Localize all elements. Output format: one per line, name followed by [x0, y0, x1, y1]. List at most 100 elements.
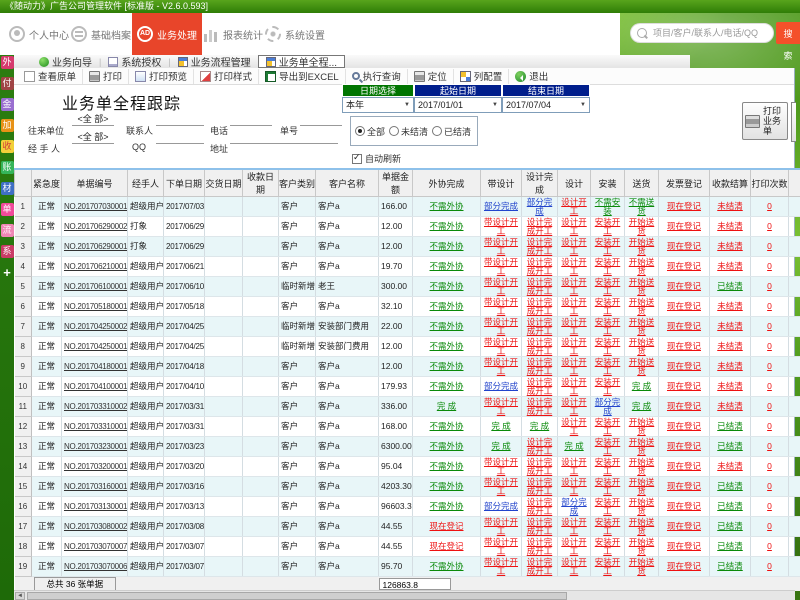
status-link[interactable]: 设计完成开工: [527, 357, 553, 376]
print-count-link[interactable]: 0: [767, 221, 772, 231]
order-no-link[interactable]: NO.201704180001: [64, 362, 127, 371]
order-no-link[interactable]: NO.201703130001: [64, 502, 127, 511]
toolbar-button-打印样式[interactable]: 打印样式: [193, 69, 258, 84]
status-link[interactable]: 设计开工: [561, 477, 587, 496]
auto-refresh-toggle[interactable]: 自动刷新: [352, 152, 401, 165]
status-link[interactable]: 现在登记: [667, 201, 701, 211]
status-link[interactable]: 部分完成: [527, 197, 553, 216]
col-header-单据金额[interactable]: 单据金额: [379, 169, 413, 197]
status-link[interactable]: 安装开工: [595, 477, 621, 496]
col-header-客户类别[interactable]: 客户类别: [279, 169, 316, 197]
print-count-link[interactable]: 0: [767, 421, 772, 431]
status-link[interactable]: 设计开工: [561, 357, 587, 376]
status-link[interactable]: 带设计开工: [484, 397, 518, 416]
status-link[interactable]: 安装开工: [595, 557, 621, 576]
status-link[interactable]: 不需外协: [429, 281, 463, 291]
status-link[interactable]: 开始送货: [629, 257, 655, 276]
status-link[interactable]: 已结清: [717, 481, 743, 491]
side-rail-item-材[interactable]: 材: [1, 182, 14, 195]
horizontal-scrollbar[interactable]: ◄: [14, 590, 795, 600]
status-link[interactable]: 开始送货: [629, 317, 655, 336]
contact-field[interactable]: [156, 113, 204, 126]
status-link[interactable]: 设计完成开工: [527, 337, 553, 356]
status-link[interactable]: 已结清: [717, 421, 743, 431]
col-header-设计[interactable]: 设计: [558, 169, 591, 197]
status-link[interactable]: 不需外协: [429, 501, 463, 511]
col-header-打印次数[interactable]: 打印次数: [751, 169, 789, 197]
col-header-blank[interactable]: [789, 169, 800, 197]
print-order-button[interactable]: 打印业务单: [742, 102, 788, 140]
status-link[interactable]: 开始送货: [629, 457, 655, 476]
order-no-link[interactable]: NO.201703310002: [64, 402, 127, 411]
address-field[interactable]: [230, 131, 338, 144]
status-link[interactable]: 安装开工: [595, 277, 621, 296]
status-link[interactable]: 未结清: [717, 461, 743, 471]
status-link[interactable]: 带设计开工: [484, 317, 518, 336]
status-link[interactable]: 现在登记: [667, 481, 701, 491]
toolbar-button-导出到EXCEL[interactable]: 导出到EXCEL: [258, 69, 345, 84]
status-link[interactable]: 带设计开工: [484, 217, 518, 236]
radio-未结清[interactable]: 未结清: [389, 125, 428, 138]
status-link[interactable]: 设计开工: [561, 557, 587, 576]
order-no-link[interactable]: NO.201703080002: [64, 522, 127, 531]
status-link[interactable]: 未结清: [717, 361, 743, 371]
scroll-left-icon[interactable]: ◄: [15, 592, 25, 600]
status-link[interactable]: 已结清: [717, 441, 743, 451]
nav-item-个人中心[interactable]: 个人中心: [8, 13, 70, 55]
order-no-link[interactable]: NO.201706100001: [64, 282, 127, 291]
status-link[interactable]: 不需送货: [629, 197, 655, 216]
order-no-link[interactable]: NO.201703310001: [64, 422, 127, 431]
status-link[interactable]: 不需外协: [429, 301, 463, 311]
status-link[interactable]: 已结清: [717, 501, 743, 511]
status-link[interactable]: 设计开工: [561, 237, 587, 256]
status-link[interactable]: 设计完成开工: [527, 377, 553, 396]
status-link[interactable]: 完 成: [437, 401, 456, 411]
status-link[interactable]: 未结清: [717, 241, 743, 251]
status-link[interactable]: 现在登记: [667, 221, 701, 231]
tab-业务流程管理[interactable]: 业务流程管理: [171, 55, 258, 68]
col-header-下单日期[interactable]: 下单日期: [164, 169, 205, 197]
print-count-link[interactable]: 0: [767, 521, 772, 531]
toolbar-button-列配置[interactable]: 列配置: [453, 69, 509, 84]
col-header-交货日期[interactable]: 交货日期: [205, 169, 243, 197]
status-link[interactable]: 带设计开工: [484, 557, 518, 576]
print-count-link[interactable]: 0: [767, 441, 772, 451]
status-link[interactable]: 开始送货: [629, 277, 655, 296]
print-count-link[interactable]: 0: [767, 281, 772, 291]
status-link[interactable]: 未结清: [717, 221, 743, 231]
status-link[interactable]: 设计开工: [561, 317, 587, 336]
order-no-field[interactable]: [300, 113, 342, 126]
status-link[interactable]: 不需外协: [429, 561, 463, 571]
col-header-带设计[interactable]: 带设计: [481, 169, 522, 197]
status-link[interactable]: 开始送货: [629, 477, 655, 496]
status-link[interactable]: 现在登记: [667, 561, 701, 571]
status-link[interactable]: 现在登记: [667, 321, 701, 331]
nav-item-业务处理[interactable]: AD业务处理: [132, 13, 202, 55]
side-rail-item-账[interactable]: 账: [1, 161, 14, 174]
status-link[interactable]: 安装开工: [595, 457, 621, 476]
status-link[interactable]: 设计开工: [561, 377, 587, 396]
status-link[interactable]: 现在登记: [667, 421, 701, 431]
radio-已结清[interactable]: 已结清: [432, 125, 471, 138]
print-count-link[interactable]: 0: [767, 321, 772, 331]
col-header-客户名称[interactable]: 客户名称: [316, 169, 379, 197]
status-link[interactable]: 设计开工: [561, 217, 587, 236]
status-link[interactable]: 安装开工: [595, 517, 621, 536]
toolbar-button-定位[interactable]: 定位: [407, 69, 453, 84]
print-count-link[interactable]: 0: [767, 261, 772, 271]
nav-item-报表统计[interactable]: 报表统计: [202, 13, 264, 55]
status-link[interactable]: 设计完成开工: [527, 277, 553, 296]
status-link[interactable]: 现在登记: [667, 261, 701, 271]
col-header-安装[interactable]: 安装: [591, 169, 625, 197]
col-header-blank[interactable]: [15, 169, 32, 197]
nav-item-系统设置[interactable]: 系统设置: [264, 13, 326, 55]
side-rail-item-外[interactable]: 外: [1, 56, 14, 69]
print-count-link[interactable]: 0: [767, 501, 772, 511]
print-count-link[interactable]: 0: [767, 381, 772, 391]
status-link[interactable]: 安装开工: [595, 217, 621, 236]
status-link[interactable]: 带设计开工: [484, 337, 518, 356]
radio-全部[interactable]: 全部: [355, 125, 385, 138]
status-link[interactable]: 设计完成开工: [527, 317, 553, 336]
status-link[interactable]: 已结清: [717, 561, 743, 571]
print-count-link[interactable]: 0: [767, 341, 772, 351]
